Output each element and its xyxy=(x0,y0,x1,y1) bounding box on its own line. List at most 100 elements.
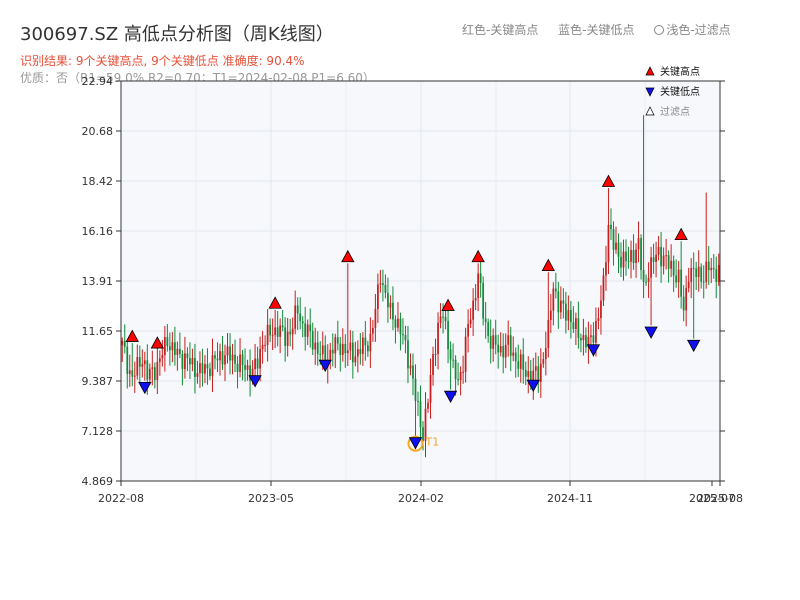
candle-body xyxy=(562,300,565,304)
candle-body xyxy=(580,338,582,341)
candle-body xyxy=(359,349,362,354)
candle-body xyxy=(136,357,139,376)
candle-body xyxy=(657,247,660,255)
candle-body xyxy=(577,318,580,339)
legend-label: 过滤点 xyxy=(660,105,690,118)
candle-body xyxy=(226,346,229,356)
candle-body xyxy=(279,325,282,337)
candle-body xyxy=(264,344,266,346)
candle-body xyxy=(349,342,352,351)
legend-label: 关键高点 xyxy=(660,65,700,78)
candle-body xyxy=(695,268,698,278)
y-tick-label: 16.16 xyxy=(82,225,114,238)
candle-body xyxy=(479,273,482,283)
candle-body xyxy=(158,358,161,362)
candle-body xyxy=(204,364,206,374)
candle-body xyxy=(412,365,414,379)
candle-body xyxy=(372,327,374,334)
candle-body xyxy=(517,361,520,369)
candle-body xyxy=(449,349,452,360)
candle-body xyxy=(224,355,226,365)
candle-body xyxy=(209,368,211,377)
candle-body xyxy=(655,254,657,262)
y-tick-label: 7.128 xyxy=(82,425,114,438)
candle-body xyxy=(662,255,665,267)
candle-body xyxy=(552,288,555,311)
candle-body xyxy=(537,366,540,383)
candle-body xyxy=(509,335,512,356)
candle-body xyxy=(549,310,552,320)
candle-body xyxy=(622,251,625,268)
y-tick-label: 9.387 xyxy=(82,375,114,388)
candle-body xyxy=(502,346,505,358)
candle-body xyxy=(244,364,246,370)
candle-body xyxy=(567,309,570,321)
candle-body xyxy=(457,379,459,381)
candle-body xyxy=(637,238,640,250)
candle-body xyxy=(181,354,184,370)
x-tick-label: 2023-05 xyxy=(248,492,294,505)
candle-body xyxy=(191,358,194,365)
candle-body xyxy=(434,354,437,356)
candle-body xyxy=(620,256,622,268)
candle-body xyxy=(321,345,324,355)
candle-body xyxy=(610,224,612,230)
candle-body xyxy=(682,296,685,311)
candle-body xyxy=(236,363,239,372)
candle-body xyxy=(559,300,562,313)
candle-body xyxy=(687,281,690,289)
candle-body xyxy=(254,358,256,370)
candle-body xyxy=(229,346,231,361)
candle-body xyxy=(597,318,600,321)
candle-body xyxy=(600,300,602,319)
candle-body xyxy=(675,275,678,283)
candle-body xyxy=(564,303,567,321)
candle-body xyxy=(214,355,216,359)
candle-body xyxy=(685,288,688,311)
candle-body xyxy=(382,283,384,285)
candle-body xyxy=(389,302,392,308)
candle-body xyxy=(306,324,309,337)
candle-body xyxy=(710,267,713,271)
candle-body xyxy=(289,331,292,335)
candle-body xyxy=(507,335,510,345)
candle-body xyxy=(316,342,319,354)
candle-body xyxy=(582,335,585,341)
candle-body xyxy=(296,305,299,314)
candle-body xyxy=(194,358,196,377)
candle-body xyxy=(534,366,537,371)
candle-body xyxy=(640,238,642,270)
candle-body xyxy=(377,284,379,310)
candle-body xyxy=(464,336,467,372)
candle-body xyxy=(261,345,264,349)
candle-body xyxy=(439,316,442,323)
y-tick-label: 18.42 xyxy=(82,175,114,188)
candle-body xyxy=(615,242,617,250)
candle-body xyxy=(271,335,274,337)
candle-body xyxy=(487,322,490,336)
x-tick-label: 2025-08 xyxy=(697,492,743,505)
candle-body xyxy=(274,327,277,336)
candle-body xyxy=(484,318,487,323)
candle-body xyxy=(309,324,312,332)
candle-body xyxy=(146,360,149,380)
candle-body xyxy=(168,346,171,351)
candle-body xyxy=(379,283,382,285)
candle-body xyxy=(524,369,527,377)
candle-body xyxy=(143,360,146,365)
candle-body xyxy=(557,291,560,313)
candle-body xyxy=(447,321,449,350)
candle-body xyxy=(121,340,124,346)
x-tick-label: 2022-08 xyxy=(98,492,144,505)
candle-body xyxy=(216,358,219,361)
candle-body xyxy=(660,247,662,267)
candle-body xyxy=(361,337,364,354)
candle-body xyxy=(141,364,144,367)
candle-body xyxy=(239,354,241,372)
candle-body xyxy=(454,359,457,380)
candle-body xyxy=(427,402,429,409)
candle-body xyxy=(632,250,635,264)
candle-body xyxy=(407,340,409,369)
candle-body xyxy=(291,328,294,335)
candle-body xyxy=(499,346,502,353)
